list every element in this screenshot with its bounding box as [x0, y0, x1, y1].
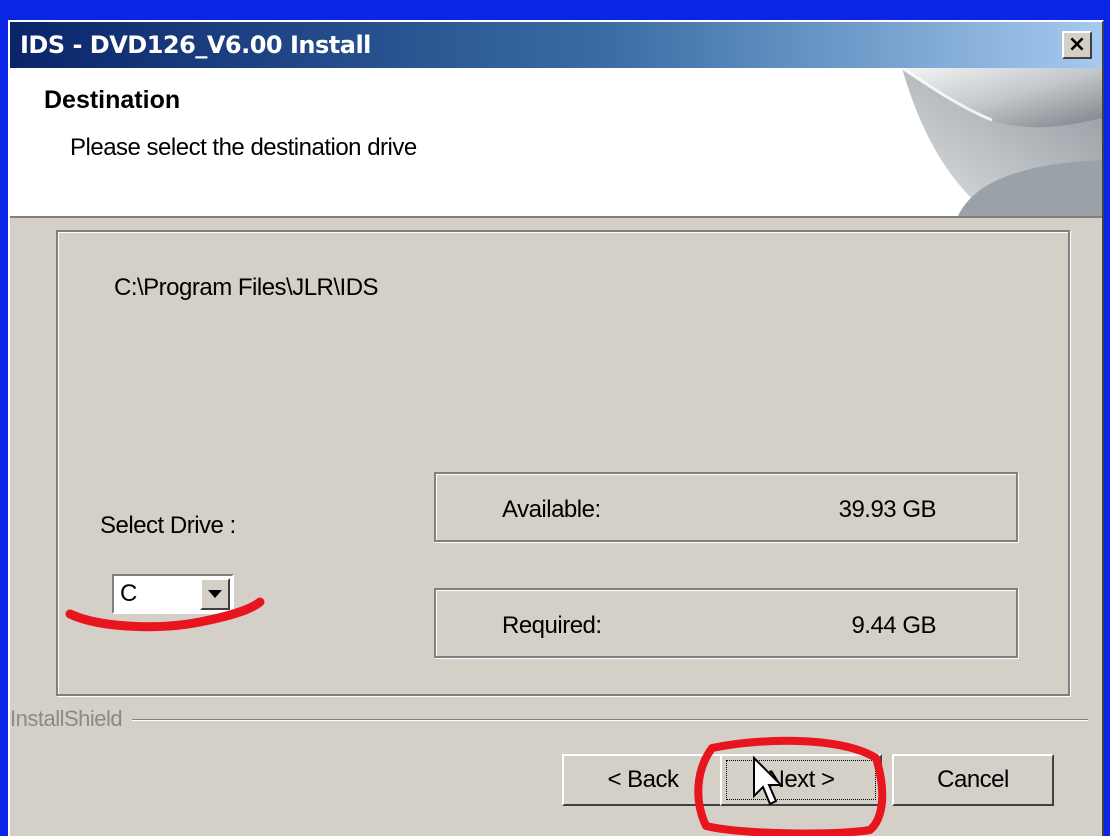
- drive-dropdown-button[interactable]: [200, 578, 230, 610]
- installer-window: IDS - DVD126_V6.00 Install × Destination…: [8, 20, 1104, 836]
- required-value: 9.44 GB: [851, 612, 936, 639]
- close-icon: ×: [1067, 32, 1087, 57]
- available-space-box: Available: 39.93 GB: [434, 472, 1018, 542]
- drive-select-value: C: [120, 580, 138, 607]
- destination-panel: C:\Program Files\JLR\IDS Select Drive : …: [56, 230, 1070, 696]
- cancel-button[interactable]: Cancel: [892, 754, 1054, 806]
- destination-path: C:\Program Files\JLR\IDS: [114, 274, 379, 301]
- required-label: Required:: [502, 612, 602, 639]
- next-button[interactable]: Next >: [720, 754, 882, 806]
- available-label: Available:: [502, 496, 601, 523]
- drive-select[interactable]: C: [112, 574, 234, 614]
- required-space-box: Required: 9.44 GB: [434, 588, 1018, 658]
- installshield-divider: [10, 719, 1088, 721]
- close-button[interactable]: ×: [1062, 31, 1092, 59]
- page-curl-graphic: [901, 68, 1102, 216]
- installshield-brand: InstallShield: [10, 706, 133, 732]
- available-value: 39.93 GB: [838, 496, 937, 523]
- window-title: IDS - DVD126_V6.00 Install: [20, 31, 371, 59]
- title-bar[interactable]: IDS - DVD126_V6.00 Install ×: [10, 22, 1102, 68]
- back-button[interactable]: < Back: [562, 754, 724, 806]
- chevron-down-icon: [208, 589, 222, 598]
- select-drive-label: Select Drive :: [100, 512, 236, 539]
- page-title: Destination: [44, 86, 181, 114]
- header-banner: Destination Please select the destinatio…: [10, 68, 1102, 218]
- page-subtitle: Please select the destination drive: [70, 134, 417, 161]
